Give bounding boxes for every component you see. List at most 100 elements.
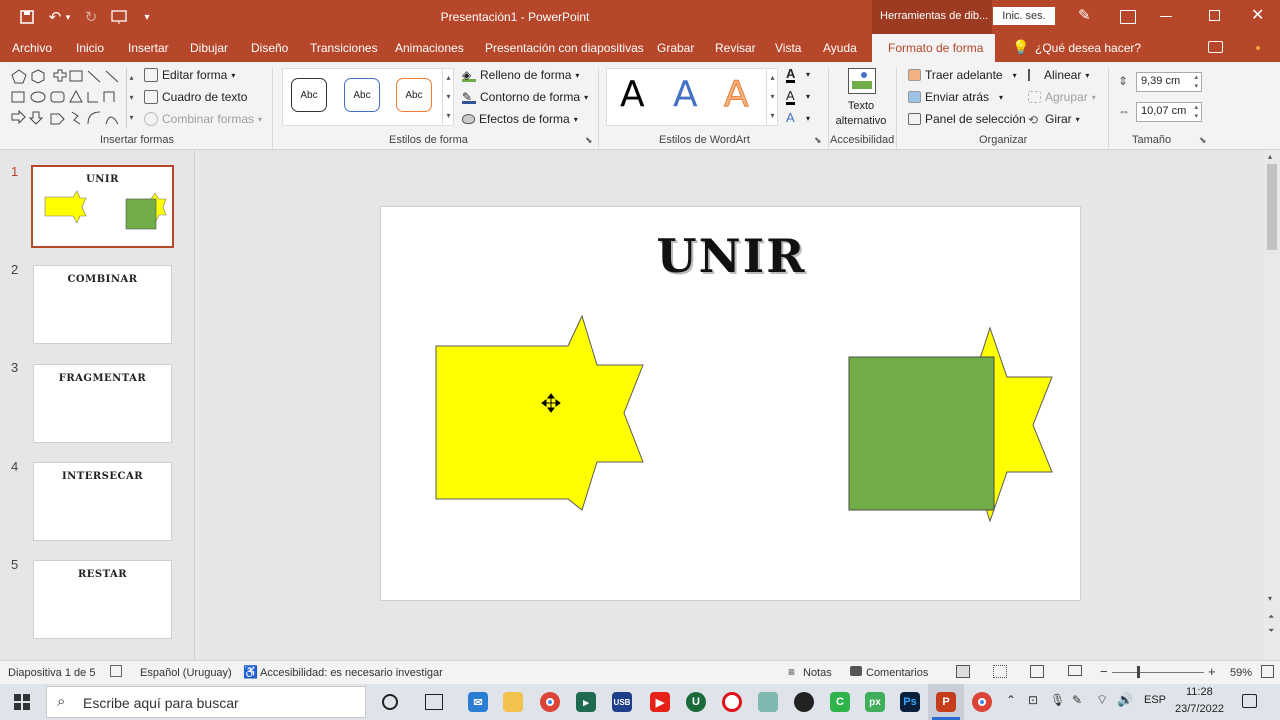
tab-dibujar[interactable]: Dibujar bbox=[190, 41, 228, 55]
clock-time[interactable]: 11:28 bbox=[1186, 686, 1213, 698]
photoshop-icon[interactable]: Ps bbox=[900, 692, 920, 712]
tab-presentacion[interactable]: Presentación con diapositivas bbox=[485, 41, 644, 55]
group-button[interactable]: Agrupar ▾ bbox=[1028, 90, 1096, 104]
upwork-icon[interactable]: U bbox=[686, 692, 706, 712]
wordart-style-blue[interactable]: A bbox=[673, 76, 698, 114]
redo-icon[interactable]: ↻ bbox=[80, 6, 102, 28]
notes-button[interactable]: Notas bbox=[803, 667, 832, 679]
microphone-icon[interactable]: 🎙 bbox=[1050, 693, 1065, 707]
system-tray-icon[interactable]: ⊡ bbox=[1028, 693, 1038, 707]
pen-tray-icon[interactable]: ✎ bbox=[1072, 693, 1082, 707]
slide-thumbnail-2[interactable]: COMBINAR bbox=[33, 265, 172, 344]
tab-archivo[interactable]: Archivo bbox=[12, 41, 52, 55]
tab-transiciones[interactable]: Transiciones bbox=[310, 41, 378, 55]
zoom-in-icon[interactable]: + bbox=[1208, 664, 1216, 679]
zoom-out-icon[interactable]: − bbox=[1100, 664, 1108, 679]
alt-text-button[interactable]: Texto alternativo bbox=[832, 66, 890, 130]
text-box-button[interactable]: Cuadro de texto bbox=[144, 90, 247, 104]
tab-grabar[interactable]: Grabar bbox=[657, 41, 694, 55]
task-view-icon[interactable] bbox=[425, 694, 443, 710]
language-indicator[interactable]: Español (Uruguay) bbox=[140, 667, 232, 679]
file-explorer-icon[interactable] bbox=[503, 692, 523, 712]
taskbar-search-box[interactable]: ⌕ Escribe aquí para buscar bbox=[46, 686, 366, 718]
usb-util-icon[interactable]: USB bbox=[612, 692, 632, 712]
input-language[interactable]: ESP bbox=[1144, 694, 1166, 706]
vertical-scrollbar[interactable]: ▴ ▾ ⏶ ⏷ bbox=[1264, 150, 1280, 660]
slideshow-view-icon[interactable] bbox=[1068, 665, 1082, 676]
app-icon[interactable] bbox=[758, 692, 778, 712]
wordart-launcher-icon[interactable]: ⬊ bbox=[814, 135, 822, 146]
cortana-icon[interactable] bbox=[382, 694, 398, 710]
bring-forward-button[interactable]: Traer adelante ▾ bbox=[908, 68, 1017, 82]
close-icon[interactable]: ✕ bbox=[1251, 5, 1264, 25]
shape-styles-launcher-icon[interactable]: ⬊ bbox=[585, 135, 593, 146]
wordart-scroll[interactable]: ▴ ▾ ▾ bbox=[766, 68, 778, 126]
app-icon[interactable]: ▸ bbox=[576, 692, 596, 712]
save-icon[interactable] bbox=[16, 6, 38, 28]
zoom-slider-thumb[interactable] bbox=[1137, 666, 1140, 678]
slide-thumbnail-5[interactable]: RESTAR bbox=[33, 560, 172, 639]
zoom-level[interactable]: 59% bbox=[1230, 667, 1252, 679]
tab-formato-de-forma[interactable]: Formato de forma bbox=[872, 34, 995, 62]
chrome-profile-icon[interactable] bbox=[972, 692, 992, 712]
minimize-icon[interactable] bbox=[1160, 16, 1172, 17]
tab-vista[interactable]: Vista bbox=[775, 41, 801, 55]
shape-height-input[interactable]: 9,39 cm ▴ ▾ bbox=[1136, 72, 1202, 92]
pen-icon[interactable]: ✎ bbox=[1078, 6, 1091, 24]
volume-icon[interactable]: 🔊 bbox=[1117, 692, 1133, 708]
mail-icon[interactable]: ✉ bbox=[468, 692, 488, 712]
text-fill-dropdown-icon[interactable]: ▾ bbox=[806, 70, 810, 79]
camtasia-icon[interactable]: C bbox=[830, 692, 850, 712]
shape-outline-button[interactable]: ✎ Contorno de forma ▾ bbox=[462, 90, 588, 104]
rotate-button[interactable]: ⟲ Girar ▾ bbox=[1028, 112, 1080, 127]
windows-start-icon[interactable] bbox=[14, 694, 30, 710]
obs-icon[interactable] bbox=[794, 692, 814, 712]
slide-thumbnail-4[interactable]: INTERSECAR bbox=[33, 462, 172, 541]
tab-ayuda[interactable]: Ayuda bbox=[823, 41, 857, 55]
shape-style-3[interactable]: Abc bbox=[396, 78, 432, 112]
tab-animaciones[interactable]: Animaciones bbox=[395, 41, 464, 55]
slide-sorter-icon[interactable] bbox=[993, 665, 1007, 678]
customize-toolbar-icon[interactable]: ▾ bbox=[136, 6, 158, 28]
accessibility-status[interactable]: Accesibilidad: es necesario investigar bbox=[260, 667, 443, 679]
undo-dropdown-icon[interactable]: ▾ bbox=[62, 6, 74, 28]
text-effects-icon[interactable]: A bbox=[786, 110, 795, 125]
maximize-icon[interactable] bbox=[1209, 10, 1220, 21]
tab-insertar[interactable]: Insertar bbox=[128, 41, 169, 55]
slide-thumbnail-1[interactable]: UNIR bbox=[31, 165, 174, 248]
spelling-check-icon[interactable] bbox=[110, 665, 122, 677]
align-button[interactable]: Alinear ▾ bbox=[1028, 68, 1089, 82]
powerpoint-taskbar-active[interactable]: P bbox=[928, 684, 964, 720]
normal-view-icon[interactable] bbox=[956, 665, 970, 678]
shape-width-input[interactable]: 10,07 cm ▴ ▾ bbox=[1136, 102, 1202, 122]
text-outline-dropdown-icon[interactable]: ▾ bbox=[806, 92, 810, 101]
shape-styles-scroll[interactable]: ▴ ▾ ▾ bbox=[442, 68, 454, 126]
fit-to-window-icon[interactable] bbox=[1261, 665, 1274, 678]
slide-thumbnail-3[interactable]: FRAGMENTAR bbox=[33, 364, 172, 443]
zoom-slider[interactable] bbox=[1112, 672, 1204, 673]
next-slide-icon[interactable]: ⏷ bbox=[1268, 626, 1274, 636]
sign-in-button[interactable]: Inic. ses. bbox=[993, 7, 1055, 25]
tab-revisar[interactable]: Revisar bbox=[715, 41, 756, 55]
scroll-thumb[interactable] bbox=[1267, 164, 1277, 250]
shapes-gallery-scroll[interactable]: ▴ ▾ ▾ bbox=[126, 68, 136, 128]
slide-canvas[interactable]: UNIR bbox=[380, 206, 1081, 601]
shape-effects-button[interactable]: Efectos de forma ▾ bbox=[462, 112, 578, 126]
shape-style-1[interactable]: Abc bbox=[291, 78, 327, 112]
comments-icon[interactable] bbox=[1208, 41, 1223, 53]
text-outline-icon[interactable]: A bbox=[786, 89, 795, 105]
reading-view-icon[interactable] bbox=[1030, 665, 1044, 678]
scroll-up-icon[interactable]: ▴ bbox=[1268, 152, 1272, 161]
notification-center-icon[interactable] bbox=[1242, 694, 1257, 708]
shape-style-2[interactable]: Abc bbox=[344, 78, 380, 112]
merge-shapes-button[interactable]: Combinar formas ▾ bbox=[144, 112, 262, 126]
ribbon-display-options-icon[interactable] bbox=[1120, 10, 1136, 24]
previous-slide-icon[interactable]: ⏶ bbox=[1268, 612, 1274, 622]
shape-fill-button[interactable]: ◈ Relleno de forma ▾ bbox=[462, 68, 579, 82]
chrome-icon[interactable] bbox=[540, 692, 560, 712]
wordart-style-black[interactable]: A bbox=[620, 76, 645, 114]
tab-diseno[interactable]: Diseño bbox=[251, 41, 288, 55]
tell-me-search[interactable]: ¿Qué desea hacer? bbox=[1035, 41, 1141, 55]
tab-inicio[interactable]: Inicio bbox=[76, 41, 104, 55]
send-backward-button[interactable]: Enviar atrás ▾ bbox=[908, 90, 1003, 104]
